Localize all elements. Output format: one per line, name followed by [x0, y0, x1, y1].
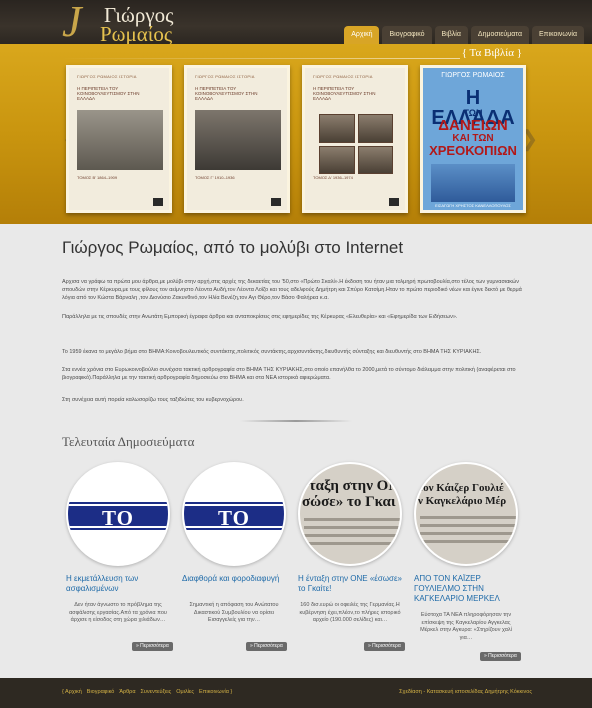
newspaper-logo: ΤΟ ΒΗΜΑ: [68, 502, 168, 554]
read-more-button[interactable]: » Περισσότερα: [132, 642, 173, 651]
portrait: [319, 145, 355, 174]
footer-link-speeches[interactable]: Ομιλίες: [176, 689, 194, 695]
book-cover-portraits: [319, 114, 393, 174]
nav-tab-articles[interactable]: Δημοσιεύματα: [470, 26, 530, 44]
footer-nav: { Αρχική Βιογραφικό Άρθρα Συνεντεύξεις Ο…: [62, 689, 232, 695]
intro-paragraph-5: Στη συνέχεια αυτή πορεία καλωσορίζω τους…: [62, 397, 244, 403]
book-cover-1[interactable]: ΓΙΩΡΓΟΣ ΡΩΜΑΙΟΣ ΙΣΤΟΡΙΑ Η ΠΕΡΙΠΕΤΕΙΑ ΤΟΥ…: [66, 65, 172, 213]
book-title-line: ΔΑΝΕΙΩΝ: [438, 117, 508, 134]
newspaper-text-line: [420, 524, 516, 527]
publisher-logo-icon: [271, 198, 281, 206]
intro-paragraph-2: Παράλληλα με τις σπουδές στην Ανωτάτη Εμ…: [62, 314, 458, 320]
section-divider: [60, 58, 460, 59]
book-title-line: ΧΡΕΟΚΟΠΙΩΝ: [429, 143, 517, 158]
nav-tab-bio[interactable]: Βιογραφικό: [382, 26, 432, 44]
book-volume: ΤΟΜΟΣ Δ' 1936–1974: [313, 175, 353, 180]
logo-last-name: Ρωμαίος: [100, 22, 173, 46]
newspaper-text-line: [304, 518, 400, 521]
newspaper-text-line: [304, 534, 400, 537]
page: J Γιώργος Ρωμαίος Αρχική Βιογραφικό Βιβλ…: [0, 0, 592, 708]
book-volume: ΤΟΜΟΣ Β' 1864–1909: [77, 175, 118, 180]
book-cover-illustration: [431, 164, 515, 202]
footer-link-interviews[interactable]: Συνεντεύξεις: [141, 689, 172, 695]
post-thumbnail[interactable]: ΤΟ ΒΗΜΑ: [66, 462, 170, 566]
newspaper-text-line: [304, 542, 400, 545]
site-logo[interactable]: J Γιώργος Ρωμαίος: [62, 0, 190, 46]
nav-tab-contact[interactable]: Επικοινωνία: [532, 26, 584, 44]
book-title: Η ΠΕΡΙΠΕΤΕΙΑ ΤΟΥ ΚΟΙΝΟΒΟΥΛΕΥΤΙΣΜΟΥ ΣΤΗΝ …: [195, 86, 258, 101]
read-more-button[interactable]: » Περισσότερα: [480, 652, 521, 661]
books-section-title[interactable]: { Τα Βιβλία }: [462, 47, 522, 59]
book-cover-3[interactable]: ΓΙΩΡΓΟΣ ΡΩΜΑΙΟΣ ΙΣΤΟΡΙΑ Η ΠΕΡΙΠΕΤΕΙΑ ΤΟΥ…: [302, 65, 408, 213]
newspaper-headline: τον Κάιζερ Γουλιέ: [418, 482, 504, 494]
post-title[interactable]: ΑΠΟ ΤΟΝ ΚΑΪΖΕΡ ΓΟΥΛΙΕΛΜΟ ΣΤΗΝ ΚΑΓΚΕΛΑΡΙΟ…: [414, 574, 518, 604]
footer-link-articles[interactable]: Άρθρα: [119, 689, 135, 695]
book-title: Η ΠΕΡΙΠΕΤΕΙΑ ΤΟΥ ΚΟΙΝΟΒΟΥΛΕΥΤΙΣΜΟΥ ΣΤΗΝ …: [77, 86, 140, 101]
newspaper-headline: νταξη στην ΟΝ: [302, 478, 400, 494]
nav-tab-home[interactable]: Αρχική: [344, 26, 380, 44]
site-header: J Γιώργος Ρωμαίος Αρχική Βιογραφικό Βιβλ…: [0, 0, 592, 46]
book-series: ΓΙΩΡΓΟΣ ΡΩΜΑΙΟΣ ΙΣΤΟΡΙΑ: [77, 74, 137, 79]
book-series: ΓΙΩΡΓΟΣ ΡΩΜΑΙΟΣ ΙΣΤΟΡΙΑ: [313, 74, 373, 79]
newspaper-headline: σώσε» το Γκαι: [302, 494, 396, 510]
post-excerpt: Σημαντική η απόφαση του Ανώτατου Δικαστι…: [189, 602, 279, 623]
book-cover-4[interactable]: ΓΙΩΡΓΟΣ ΡΩΜΑΙΟΣ Η ΕΛΛΑΔΑ ΤΩΝ ΔΑΝΕΙΩΝ ΚΑΙ…: [420, 65, 526, 213]
post-excerpt: Δεν ήταν άγνωστο το πρόβλημα της ασφάλισ…: [69, 602, 167, 623]
read-more-button[interactable]: » Περισσότερα: [246, 642, 287, 651]
post-title[interactable]: Η ένταξη στην ΟΝΕ «έσωσε» το Γκαίτε!: [298, 574, 402, 594]
read-more-button[interactable]: » Περισσότερα: [364, 642, 405, 651]
logo-stripe: [184, 526, 284, 528]
book-subtitle: ΕΙΣΑΓΩΓΗ ΧΡΗΣΤΟΣ ΚΑΝΕΛΛΟΠΟΥΛΟΣ: [435, 203, 511, 208]
post-card-2: ΤΟ ΒΗΜΑ Διαφθορά και φοροδιαφυγή Σημαντι…: [180, 462, 288, 662]
newspaper-logo: ΤΟ ΒΗΜΑ: [184, 502, 284, 554]
post-title[interactable]: Η εκμετάλλευση των ασφαλισμένων: [66, 574, 170, 594]
latest-posts-title: Τελευταία Δημοσιεύματα: [62, 434, 195, 449]
post-excerpt: Εύστοχα ΤΑ ΝΕΑ πληροφόρησαν την επίσκεψη…: [420, 612, 512, 641]
footer-link-contact[interactable]: Επικοινωνία }: [199, 689, 232, 695]
content-divider: [240, 420, 352, 422]
intro-paragraph-1: Αρχισα να γράφω τα πρώτα μου άρθρα,με μο…: [62, 279, 522, 301]
post-card-4: τον Κάιζερ Γουλιέ ν Καγκελάριο Μέρ ΑΠΟ Τ…: [412, 462, 521, 662]
newspaper-name: ΤΟ ΒΗΜΑ: [199, 506, 269, 554]
footer-credit[interactable]: Σχεδίαση - Κατασκευή ιστοσελίδας Δημήτρη…: [399, 689, 532, 695]
newspaper-text-line: [420, 516, 516, 519]
book-cover-photo: [195, 110, 281, 170]
book-cover-photo: [77, 110, 163, 170]
footer-link-bio[interactable]: Βιογραφικό: [87, 689, 115, 695]
publisher-logo-icon: [389, 198, 399, 206]
book-series: ΓΙΩΡΓΟΣ ΡΩΜΑΙΟΣ ΙΣΤΟΡΙΑ: [195, 74, 255, 79]
portrait: [357, 114, 393, 143]
post-excerpt: 160 δισ.ευρώ οι οφειλές της Γερμανίας.Η …: [299, 602, 401, 623]
post-thumbnail[interactable]: τον Κάιζερ Γουλιέ ν Καγκελάριο Μέρ: [414, 462, 518, 566]
newspaper-headline: ν Καγκελάριο Μέρ: [418, 495, 507, 507]
intro-paragraph-4: Στα εννέα χρόνια στο Ευρωκοινοβούλιο συν…: [62, 367, 516, 381]
post-title[interactable]: Διαφθορά και φοροδιαφυγή: [182, 574, 286, 584]
newspaper-text-line: [304, 526, 400, 529]
book-title: Η ΠΕΡΙΠΕΤΕΙΑ ΤΟΥ ΚΟΙΝΟΒΟΥΛΕΥΤΙΣΜΟΥ ΣΤΗΝ …: [313, 86, 376, 101]
logo-monogram: J: [62, 0, 82, 46]
publisher-logo-icon: [153, 198, 163, 206]
newspaper-name: ΤΟ ΒΗΜΑ: [83, 506, 153, 554]
intro-paragraph-3: Το 1959 έκανα το μεγάλο βήμα στο ΒΗΜΑ:Κο…: [62, 349, 482, 355]
site-footer: { Αρχική Βιογραφικό Άρθρα Συνεντεύξεις Ο…: [0, 678, 592, 708]
post-thumbnail[interactable]: νταξη στην ΟΝ σώσε» το Γκαι: [298, 462, 402, 566]
post-thumbnail[interactable]: ΤΟ ΒΗΜΑ: [182, 462, 286, 566]
portrait: [357, 145, 393, 174]
newspaper-text-line: [420, 532, 516, 535]
post-card-1: ΤΟ ΒΗΜΑ Η εκμετάλλευση των ασφαλισμένων …: [64, 462, 173, 662]
post-card-3: νταξη στην ΟΝ σώσε» το Γκαι Η ένταξη στη…: [296, 462, 405, 662]
page-title: Γιώργος Ρωμαίος, από το μολύβι στο Inter…: [62, 238, 404, 257]
footer-link-home[interactable]: { Αρχική: [62, 689, 82, 695]
portrait: [319, 114, 355, 143]
newspaper-text-line: [420, 540, 516, 543]
book-volume: ΤΟΜΟΣ Γ' 1910–1936: [195, 175, 235, 180]
main-nav: Αρχική Βιογραφικό Βιβλία Δημοσιεύματα Επ…: [344, 26, 584, 44]
nav-tab-books[interactable]: Βιβλία: [434, 26, 468, 44]
book-author: ΓΙΩΡΓΟΣ ΡΩΜΑΙΟΣ: [441, 72, 505, 79]
logo-stripe: [68, 526, 168, 528]
book-cover-2[interactable]: ΓΙΩΡΓΟΣ ΡΩΜΑΙΟΣ ΙΣΤΟΡΙΑ Η ΠΕΡΙΠΕΤΕΙΑ ΤΟΥ…: [184, 65, 290, 213]
